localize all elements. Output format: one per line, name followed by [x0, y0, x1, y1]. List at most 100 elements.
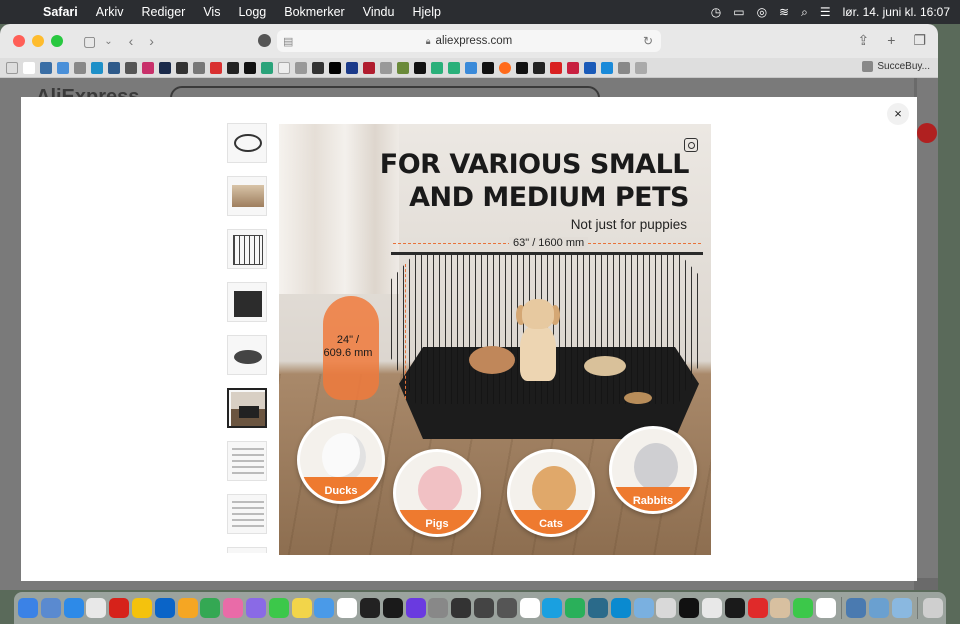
tab-overview-icon[interactable]: ❐: [913, 32, 926, 49]
favorite-icon[interactable]: [193, 61, 205, 74]
settings-icon[interactable]: [496, 598, 517, 618]
app-icon[interactable]: [656, 598, 677, 618]
favorite-icon[interactable]: [380, 61, 392, 74]
share-icon[interactable]: ⇪: [858, 32, 870, 49]
x-app-icon[interactable]: [382, 598, 403, 618]
airdrop-icon[interactable]: ◎: [757, 5, 767, 19]
app-icon[interactable]: [610, 598, 631, 618]
address-bar[interactable]: ▤ 🔒︎ aliexpress.com ↻: [277, 30, 661, 52]
finder-icon[interactable]: [18, 598, 38, 618]
facetime-icon[interactable]: [793, 598, 814, 618]
capcut-icon[interactable]: [679, 598, 700, 618]
address-url[interactable]: aliexpress.com: [436, 35, 513, 47]
favorite-icon[interactable]: [499, 61, 511, 74]
favorite-icon[interactable]: [635, 61, 647, 74]
thumbnail-item[interactable]: [227, 176, 267, 216]
chevron-down-icon[interactable]: ⌄: [104, 36, 112, 47]
thumbnail-item[interactable]: [227, 123, 267, 163]
favorites-overflow[interactable]: SucceBuy...: [862, 61, 930, 72]
favorite-icon[interactable]: [329, 61, 341, 74]
thumbnail-list[interactable]: [227, 123, 269, 553]
thumbnail-item[interactable]: [227, 282, 267, 322]
mail-icon[interactable]: [86, 598, 107, 618]
menu-item-arkiv[interactable]: Arkiv: [87, 5, 133, 19]
app-icon[interactable]: [815, 598, 836, 618]
downloads-folder-icon[interactable]: [846, 598, 867, 618]
app-icon[interactable]: [724, 598, 745, 618]
thumbnail-item[interactable]: [227, 441, 267, 481]
menu-item-logg[interactable]: Logg: [229, 5, 275, 19]
favorite-icon[interactable]: [244, 61, 256, 74]
thumbnail-item[interactable]: [227, 335, 267, 375]
new-tab-icon[interactable]: +: [887, 32, 895, 49]
clock-history-icon[interactable]: ◷: [711, 5, 721, 19]
app-icon[interactable]: [542, 598, 563, 618]
favorite-icon[interactable]: [465, 61, 477, 74]
launchpad-icon[interactable]: [40, 598, 61, 618]
thumbnail-item-selected[interactable]: [227, 388, 267, 428]
favorite-icon[interactable]: [601, 61, 613, 74]
chrome-icon[interactable]: [131, 598, 152, 618]
close-window-button[interactable]: [13, 35, 25, 47]
favorite-icon[interactable]: [227, 61, 239, 74]
menu-item-vindu[interactable]: Vindu: [354, 5, 404, 19]
battery-icon[interactable]: ▭: [733, 5, 744, 19]
imovie-icon[interactable]: [405, 598, 426, 618]
app-icon[interactable]: [473, 598, 494, 618]
app-icon[interactable]: [565, 598, 586, 618]
stocks-icon[interactable]: [451, 598, 472, 618]
visual-search-icon[interactable]: [684, 138, 698, 152]
calendar-icon[interactable]: [337, 598, 358, 618]
favorite-icon[interactable]: [295, 61, 307, 74]
google-favorite-icon[interactable]: [23, 61, 35, 74]
menu-item-bokmerker[interactable]: Bokmerker: [275, 5, 353, 19]
app-icon[interactable]: [633, 598, 654, 618]
app-icon[interactable]: [428, 598, 449, 618]
favorite-icon[interactable]: [125, 61, 137, 74]
trash-icon[interactable]: [922, 598, 943, 618]
wifi-icon[interactable]: ≋: [779, 5, 789, 19]
favorite-icon[interactable]: [261, 61, 273, 74]
menubar-datetime[interactable]: lør. 14. juni kl. 16:07: [843, 5, 950, 19]
favorite-icon[interactable]: [57, 61, 69, 74]
favorite-icon[interactable]: [40, 61, 52, 74]
spotlight-search-icon[interactable]: ⌕: [801, 5, 808, 20]
privacy-shield-icon[interactable]: [258, 34, 271, 47]
app-icon[interactable]: [747, 598, 768, 618]
pages-icon[interactable]: [177, 598, 198, 618]
favorite-icon[interactable]: [91, 61, 103, 74]
app-icon[interactable]: [701, 598, 722, 618]
notes-icon[interactable]: [291, 598, 312, 618]
menu-item-hjelp[interactable]: Hjelp: [403, 5, 450, 19]
favorite-icon[interactable]: [533, 61, 545, 74]
favorite-icon[interactable]: [312, 61, 324, 74]
favorite-icon[interactable]: [108, 61, 120, 74]
menu-app-name[interactable]: Safari: [34, 5, 87, 19]
speedtest-icon[interactable]: [359, 598, 380, 618]
sidebar-toggle-icon[interactable]: ▢: [83, 33, 96, 50]
control-center-icon[interactable]: ☰: [820, 5, 831, 19]
close-icon[interactable]: ×: [887, 103, 909, 125]
favorite-icon[interactable]: [74, 61, 86, 74]
back-icon[interactable]: ‹: [129, 33, 134, 49]
app-window-icon[interactable]: [892, 598, 913, 618]
favorite-icon[interactable]: [397, 61, 409, 74]
menu-item-rediger[interactable]: Rediger: [133, 5, 195, 19]
chatgpt-icon[interactable]: [519, 598, 540, 618]
favorite-label[interactable]: SucceBuy...: [877, 61, 930, 72]
favorite-icon[interactable]: [516, 61, 528, 74]
favorite-icon[interactable]: [6, 61, 18, 74]
thumbnail-item[interactable]: [227, 494, 267, 534]
favorite-icon[interactable]: [346, 61, 358, 74]
favorite-icon[interactable]: [448, 61, 460, 74]
favorite-icon[interactable]: [431, 61, 443, 74]
thumbnail-item[interactable]: [227, 229, 267, 269]
thumbnail-item[interactable]: [227, 547, 267, 553]
app-icon[interactable]: [770, 598, 791, 618]
favorite-icon[interactable]: [159, 61, 171, 74]
minimize-window-button[interactable]: [32, 35, 44, 47]
forward-icon[interactable]: ›: [149, 33, 154, 49]
safari-icon[interactable]: [63, 598, 84, 618]
finder-window-icon[interactable]: [869, 598, 890, 618]
outlook-icon[interactable]: [154, 598, 175, 618]
